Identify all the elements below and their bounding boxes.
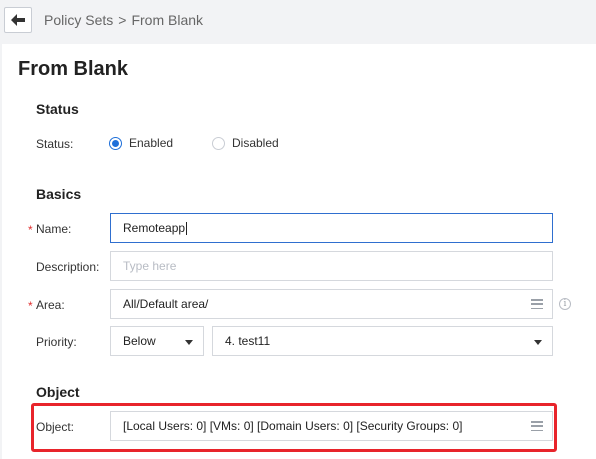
status-section-title: Status xyxy=(36,101,79,117)
status-disabled-label: Disabled xyxy=(232,136,279,150)
form-panel: From Blank Status Status: Enabled Disabl… xyxy=(2,44,596,459)
arrow-left-icon xyxy=(11,14,25,26)
priority-label: Priority: xyxy=(36,335,77,349)
required-marker: * xyxy=(28,223,33,237)
status-enabled-radio[interactable]: Enabled xyxy=(109,136,173,150)
status-label: Status: xyxy=(36,137,74,151)
breadcrumb: Policy Sets > From Blank xyxy=(44,12,203,28)
radio-unselected-icon xyxy=(212,136,225,150)
object-selector[interactable]: [Local Users: 0] [VMs: 0] [Domain Users:… xyxy=(110,411,553,441)
priority-position-dropdown[interactable]: Below xyxy=(110,326,204,356)
object-label: Object: xyxy=(36,420,75,434)
area-label: Area: xyxy=(36,298,65,312)
area-value: All/Default area/ xyxy=(123,297,209,311)
description-placeholder: Type here xyxy=(123,259,177,273)
priority-reference-dropdown[interactable]: 4. test11 xyxy=(212,326,553,356)
status-enabled-label: Enabled xyxy=(129,136,174,150)
priority-reference-value: 4. test11 xyxy=(225,334,271,348)
status-disabled-radio[interactable]: Disabled xyxy=(212,136,279,150)
name-input[interactable]: Remoteapp xyxy=(110,213,553,243)
list-icon[interactable] xyxy=(531,299,543,309)
priority-position-value: Below xyxy=(123,334,156,348)
text-cursor xyxy=(186,221,188,235)
chevron-down-icon xyxy=(185,340,193,345)
object-section-title: Object xyxy=(36,384,80,400)
name-label: Name: xyxy=(36,222,72,236)
description-input[interactable]: Type here xyxy=(110,251,553,281)
area-selector[interactable]: All/Default area/ xyxy=(110,289,553,319)
breadcrumb-current: From Blank xyxy=(131,12,204,28)
basics-section-title: Basics xyxy=(36,186,82,202)
breadcrumb-separator: > xyxy=(118,12,127,28)
name-input-value: Remoteapp xyxy=(123,221,186,235)
list-icon[interactable] xyxy=(531,421,543,431)
breadcrumb-parent[interactable]: Policy Sets xyxy=(44,12,113,28)
info-icon[interactable]: i xyxy=(559,298,571,310)
required-marker: * xyxy=(28,299,33,313)
page-title: From Blank xyxy=(18,58,129,80)
description-label: Description: xyxy=(36,260,100,274)
radio-selected-icon xyxy=(109,136,122,150)
chevron-down-icon xyxy=(534,340,542,345)
top-bar: Policy Sets > From Blank xyxy=(0,0,596,42)
object-value: [Local Users: 0] [VMs: 0] [Domain Users:… xyxy=(123,419,463,433)
back-button[interactable] xyxy=(4,7,32,33)
